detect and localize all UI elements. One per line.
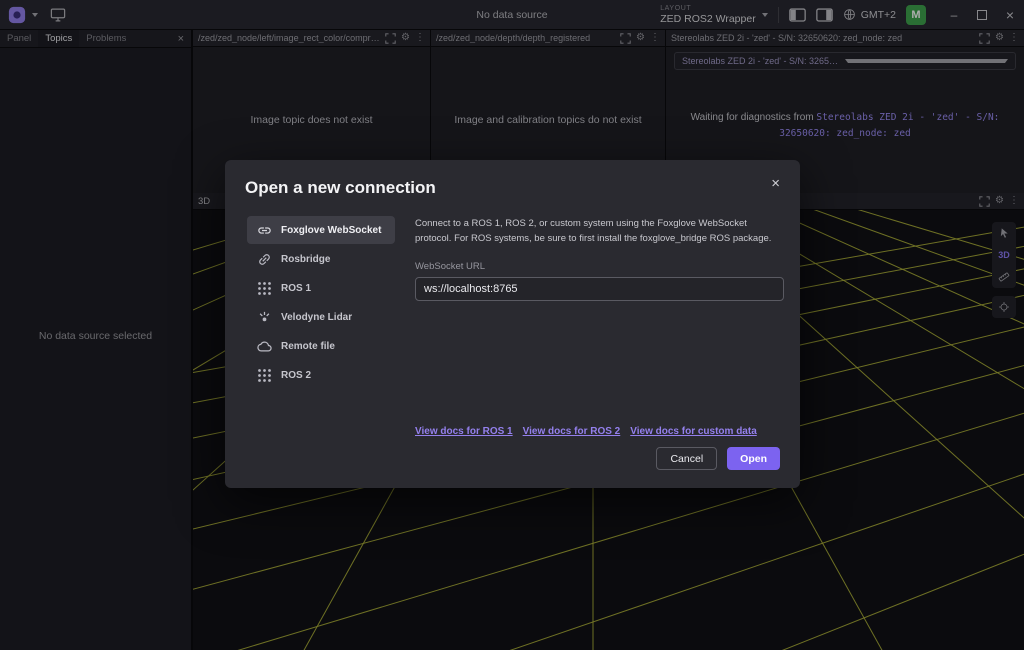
connection-detail-pane: Connect to a ROS 1, ROS 2, or custom sys… [415, 217, 784, 301]
docs-link-custom-data[interactable]: View docs for custom data [630, 426, 757, 437]
cloud-icon [257, 339, 272, 354]
connection-option-rosbridge[interactable]: Rosbridge [247, 245, 395, 273]
connection-option-label: Velodyne Lidar [281, 312, 352, 323]
docs-link-ros2[interactable]: View docs for ROS 2 [523, 426, 621, 437]
connection-option-label: Foxglove WebSocket [281, 225, 381, 236]
dialog-title: Open a new connection [245, 178, 436, 198]
connection-type-list: Foxglove WebSocket Rosbridge ROS 1 Velod… [247, 216, 395, 389]
connection-option-foxglove-websocket[interactable]: Foxglove WebSocket [247, 216, 395, 244]
dialog-actions: Cancel Open [656, 447, 780, 470]
open-connection-dialog: Open a new connection × Foxglove WebSock… [225, 160, 800, 488]
docs-links-row: View docs for ROS 1 View docs for ROS 2 … [415, 426, 757, 437]
connection-option-label: ROS 2 [281, 370, 311, 381]
connection-option-label: Remote file [281, 341, 335, 352]
open-button[interactable]: Open [727, 447, 780, 470]
connection-option-label: Rosbridge [281, 254, 330, 265]
websocket-url-input[interactable] [415, 277, 784, 301]
connection-option-ros2[interactable]: ROS 2 [247, 361, 395, 389]
foxglove-app-window: No data source LAYOUT ZED ROS2 Wrapper [0, 0, 1024, 650]
websocket-link-icon [257, 223, 272, 238]
connection-option-label: ROS 1 [281, 283, 311, 294]
connection-option-velodyne[interactable]: Velodyne Lidar [247, 303, 395, 331]
connection-option-remote-file[interactable]: Remote file [247, 332, 395, 360]
websocket-url-label: WebSocket URL [415, 261, 784, 272]
ros-dots-icon [257, 368, 272, 383]
dialog-close-icon[interactable]: × [771, 175, 780, 192]
rosbridge-link-icon [257, 252, 272, 267]
connection-description: Connect to a ROS 1, ROS 2, or custom sys… [415, 217, 784, 246]
cancel-button[interactable]: Cancel [656, 447, 717, 470]
lidar-icon [257, 310, 272, 325]
docs-link-ros1[interactable]: View docs for ROS 1 [415, 426, 513, 437]
connection-option-ros1[interactable]: ROS 1 [247, 274, 395, 302]
ros-dots-icon [257, 281, 272, 296]
